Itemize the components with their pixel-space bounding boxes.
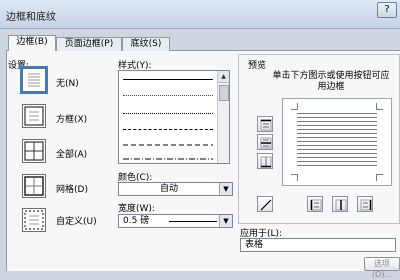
corner-mark: [291, 174, 298, 181]
color-dropdown[interactable]: 自动 ▼: [118, 182, 233, 196]
style-option-dashed-short[interactable]: [123, 129, 213, 130]
chevron-down-icon[interactable]: ▼: [219, 215, 232, 227]
preview-text-line: [297, 145, 377, 146]
preview-text-line: [297, 141, 377, 142]
tab-borders[interactable]: 边框(B): [8, 35, 56, 51]
preview-text-line: [297, 153, 377, 154]
dialog-title: 边框和底纹: [6, 12, 56, 23]
style-option-solid[interactable]: [123, 79, 213, 80]
options-button[interactable]: 选项(O)...: [364, 257, 400, 279]
preview-text-line: [297, 125, 377, 126]
corner-mark: [291, 103, 298, 110]
title-bar: [0, 0, 400, 29]
right-border-button[interactable]: [357, 196, 373, 212]
width-line-sample: [169, 221, 217, 222]
apply-to-dropdown[interactable]: 表格: [240, 238, 396, 252]
setting-label-custom[interactable]: 自定义(U): [56, 214, 97, 227]
scroll-up-icon[interactable]: ▲: [218, 71, 229, 83]
style-listbox[interactable]: ▲: [118, 70, 230, 164]
preview-instruction: 单击下方图示或使用按钮可应用边框: [272, 71, 390, 92]
preview-text-line: [297, 113, 377, 114]
preview-text-line: [297, 165, 377, 166]
scroll-thumb[interactable]: [219, 85, 229, 101]
chevron-down-icon[interactable]: ▼: [219, 183, 232, 195]
bottom-border-button[interactable]: [257, 153, 273, 169]
preview-text-line: [297, 157, 377, 158]
preview-text-line: [297, 137, 377, 138]
preview-text-line: [297, 133, 377, 134]
tab-shading[interactable]: 底纹(S): [122, 37, 170, 51]
setting-label-all[interactable]: 全部(A): [56, 147, 87, 160]
style-option-dotted[interactable]: [123, 113, 213, 114]
preview-text-line: [297, 121, 377, 122]
none-border-icon[interactable]: [20, 66, 48, 94]
corner-mark: [376, 103, 383, 110]
preview-area[interactable]: [282, 98, 392, 186]
style-scrollbar[interactable]: ▲: [217, 71, 229, 163]
width-label: 宽度(W):: [118, 204, 155, 214]
width-value: 0.5 磅: [123, 216, 150, 226]
inside-vertical-border-button[interactable]: [332, 196, 348, 212]
preview-label: 预览: [248, 61, 267, 71]
apply-to-value: 表格: [245, 240, 264, 250]
all-border-icon[interactable]: [22, 139, 46, 163]
setting-label-box[interactable]: 方框(X): [56, 112, 87, 125]
setting-label-grid[interactable]: 网格(D): [56, 182, 88, 195]
preview-text-line: [297, 117, 377, 118]
preview-text-line: [297, 161, 377, 162]
preview-text-line: [297, 129, 377, 130]
width-dropdown[interactable]: 0.5 磅 ▼: [118, 214, 233, 228]
help-button[interactable]: ?: [377, 2, 397, 18]
box-border-icon[interactable]: [22, 104, 46, 128]
color-value: 自动: [159, 184, 178, 194]
style-option-dotted-fine[interactable]: [123, 95, 213, 96]
preview-text-line: [297, 149, 377, 150]
grid-border-icon[interactable]: [22, 174, 46, 198]
top-border-button[interactable]: [257, 116, 273, 132]
inside-horizontal-border-button[interactable]: [257, 134, 273, 150]
left-border-button[interactable]: [307, 196, 323, 212]
corner-mark: [376, 174, 383, 181]
setting-label-none[interactable]: 无(N): [56, 76, 79, 89]
custom-border-icon[interactable]: [22, 208, 46, 232]
diagonal-border-button[interactable]: [257, 196, 273, 212]
tab-page-border[interactable]: 页面边框(P): [56, 37, 122, 51]
